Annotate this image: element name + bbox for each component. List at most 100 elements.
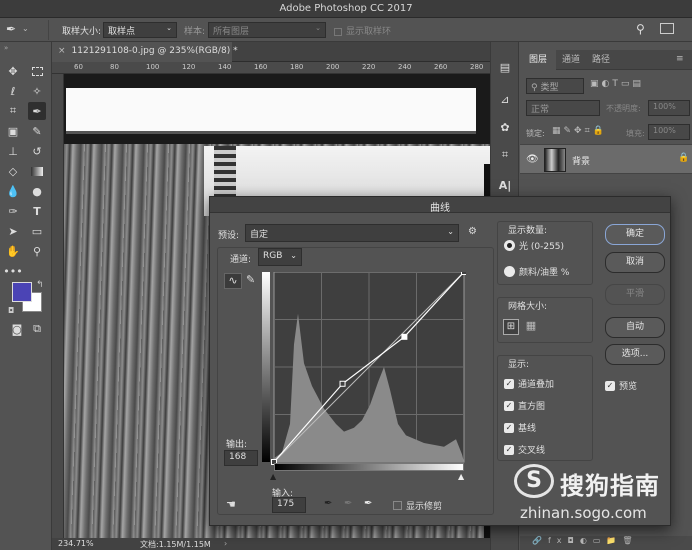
document-tab-title: 1121291108-0.jpg @ 235%(RGB/8) * [71, 46, 238, 56]
stamp-tool-icon[interactable]: ⊥ [4, 142, 22, 160]
preset-options-gear-icon[interactable]: ⚙ [468, 226, 477, 237]
ok-button[interactable]: 确定 [605, 224, 665, 245]
white-eyedropper-icon[interactable]: ✒ [364, 498, 372, 509]
move-tool-icon[interactable]: ✥ [4, 62, 22, 80]
output-label: 输出: [226, 440, 248, 450]
curve-control-point[interactable] [339, 380, 346, 387]
default-colors-icon[interactable]: ◘ [8, 306, 14, 315]
target-adjust-hand-icon[interactable]: ☚ [226, 498, 236, 511]
screen-mode-icon[interactable]: ⧉ [28, 320, 46, 338]
black-point-slider[interactable]: ▲ [270, 472, 276, 481]
gradient-tool-icon[interactable] [28, 162, 46, 180]
tab-channels[interactable]: 通道 [556, 50, 586, 70]
blur-tool-icon[interactable]: 💧 [4, 182, 22, 200]
document-tab[interactable]: × 1121291108-0.jpg @ 235%(RGB/8) * [52, 42, 238, 62]
output-input[interactable]: 168 [224, 450, 258, 466]
magic-wand-tool-icon[interactable]: ✧ [28, 82, 46, 100]
layers-panel: 图层 通道 路径 ≡ ⚲ 类型 ▣◐T▭▤ 正常 不透明度: 100% 锁定: … [520, 50, 692, 186]
dodge-tool-icon[interactable]: ● [28, 182, 46, 200]
smooth-button[interactable]: 平滑 [605, 284, 665, 305]
eraser-tool-icon[interactable]: ◇ [4, 162, 22, 180]
workspace-icon[interactable] [660, 23, 674, 34]
input-input[interactable]: 175 [272, 497, 306, 513]
sample-size-select[interactable]: 取样点 ⌄ [103, 22, 177, 38]
ruler-tick-label: 240 [398, 63, 412, 71]
libraries-icon[interactable]: ✿ [496, 118, 514, 136]
crop-tool-icon[interactable]: ⌗ [4, 102, 22, 120]
blend-mode-select[interactable]: 正常 [526, 100, 600, 116]
eyedropper-tool-icon[interactable]: ✒ [28, 102, 46, 120]
tab-channels-label: 通道 [561, 55, 580, 65]
channel-select[interactable]: RGB ⌄ [258, 248, 302, 266]
lock-icons[interactable]: ▦✎✥⌗🔒 [552, 126, 607, 136]
tab-paths[interactable]: 路径 [586, 50, 616, 70]
curve-edit-icon[interactable]: ∿ [224, 273, 242, 289]
opacity-input[interactable]: 100% [648, 100, 690, 116]
curve-graph[interactable] [262, 272, 466, 468]
gray-eyedropper-icon[interactable]: ✒ [344, 498, 352, 509]
options-button[interactable]: 选项... [605, 344, 665, 365]
show-ring-checkbox[interactable]: 显示取样环 [334, 24, 391, 37]
chevron-down-icon[interactable]: ⌄ [22, 24, 29, 33]
check-icon: ✓ [504, 422, 514, 433]
sample-select[interactable]: 所有图层 ⌄ [208, 22, 326, 38]
history-brush-icon[interactable]: ↺ [28, 142, 46, 160]
auto-button[interactable]: 自动 [605, 317, 665, 338]
search-icon[interactable]: ⚲ [636, 22, 645, 36]
layer-filter-icons[interactable]: ▣◐T▭▤ [590, 79, 644, 89]
layer-kind-filter[interactable]: ⚲ 类型 [526, 78, 584, 94]
character-panel-icon[interactable]: A| [496, 176, 514, 194]
brush-tool-icon[interactable]: ✎ [28, 122, 46, 140]
status-menu-icon[interactable]: › [224, 539, 227, 548]
show-clipping-checkbox[interactable]: 显示修剪 [393, 499, 442, 512]
marquee-tool-icon[interactable] [28, 62, 46, 80]
simple-grid-icon[interactable]: ⊞ [503, 319, 519, 335]
layer-name: 背景 [572, 157, 591, 167]
hand-tool-icon[interactable]: ✋ [4, 242, 22, 260]
image-top-strip [64, 74, 490, 144]
crop-panel-icon[interactable]: ⌗ [496, 146, 514, 164]
light-radio[interactable]: 光 (0-255) [504, 239, 564, 252]
curve-control-point[interactable] [401, 333, 408, 340]
swap-colors-icon[interactable]: ↰ [36, 280, 44, 290]
panel-options-icon[interactable]: ▤ [496, 58, 514, 76]
tab-layers[interactable]: 图层 [520, 50, 556, 70]
healing-tool-icon[interactable]: ▣ [4, 122, 22, 140]
pigment-radio[interactable]: 颜料/油墨 % [504, 265, 569, 278]
quick-mask-icon[interactable]: ◙ [8, 320, 26, 338]
panel-menu-icon[interactable]: ≡ [676, 54, 684, 64]
close-tab-icon[interactable]: × [58, 46, 66, 56]
cancel-button[interactable]: 取消 [605, 252, 665, 273]
channel-overlay-checkbox[interactable]: ✓ 通道叠加 [504, 377, 554, 390]
foreground-color-swatch[interactable] [12, 282, 32, 302]
preview-checkbox[interactable]: ✓ 预览 [605, 379, 637, 392]
white-point-slider[interactable]: ▲ [458, 472, 464, 481]
layer-row[interactable]: 👁 背景 🔒 [520, 144, 692, 174]
pen-tool-icon[interactable]: ✑ [4, 202, 22, 220]
detailed-grid-icon[interactable]: ▦ [523, 319, 539, 335]
path-select-icon[interactable]: ➤ [4, 222, 22, 240]
preset-select[interactable]: 自定 ⌄ [245, 224, 459, 242]
intersection-line-checkbox[interactable]: ✓ 交叉线 [504, 443, 545, 456]
layers-footer-icons[interactable]: 🔗fx◘◐▭📁🗑 [520, 536, 692, 550]
watermark: S 搜狗指南 zhinan.sogo.com [512, 462, 692, 528]
curve-control-point[interactable] [461, 272, 467, 275]
type-tool-icon[interactable]: T [28, 202, 46, 220]
eye-icon[interactable]: 👁 [526, 154, 539, 165]
baseline-checkbox[interactable]: ✓ 基线 [504, 421, 536, 434]
lasso-tool-icon[interactable]: ℓ [4, 82, 22, 100]
adjustments-icon[interactable]: ⊿ [496, 90, 514, 108]
black-eyedropper-icon[interactable]: ✒ [324, 498, 332, 509]
fill-input[interactable]: 100% [648, 124, 690, 140]
zoom-level[interactable]: 234.71% [58, 539, 94, 548]
pencil-draw-icon[interactable]: ✎ [246, 273, 255, 286]
show-clipping-label: 显示修剪 [406, 502, 443, 512]
zoom-tool-icon[interactable]: ⚲ [28, 242, 46, 260]
histogram-checkbox[interactable]: ✓ 直方图 [504, 399, 545, 412]
shape-tool-icon[interactable]: ▭ [28, 222, 46, 240]
eyedropper-tool-icon[interactable]: ✒ [6, 22, 16, 36]
collapse-icon[interactable]: » [4, 44, 8, 52]
opacity-label: 不透明度: [606, 104, 641, 113]
more-tools-icon[interactable]: ••• [3, 262, 22, 280]
ruler-tick-label: 260 [434, 63, 448, 71]
